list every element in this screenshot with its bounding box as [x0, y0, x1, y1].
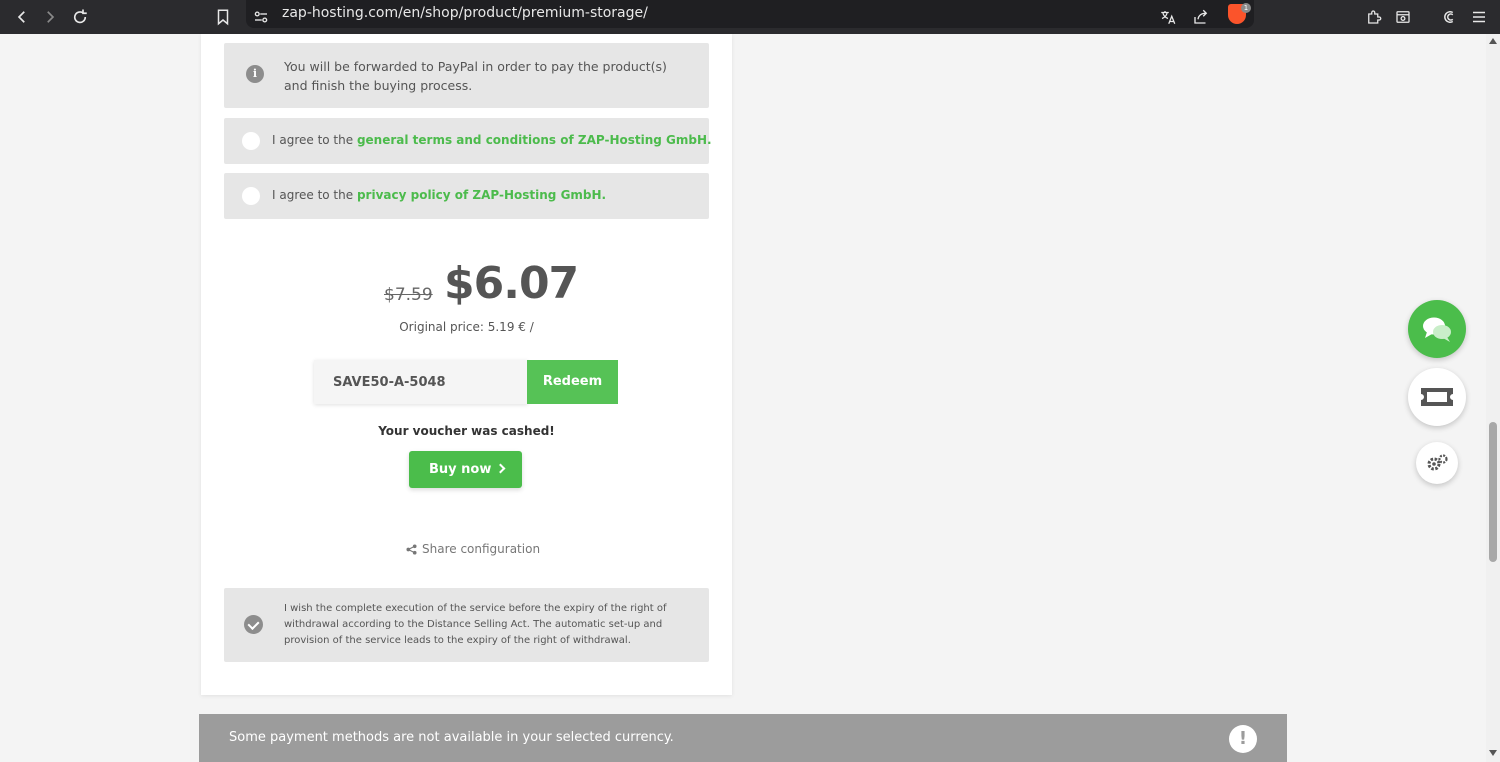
translate-icon[interactable]: [1156, 5, 1180, 29]
leo-ai-icon[interactable]: [1437, 5, 1461, 29]
url-text[interactable]: zap-hosting.com/en/shop/product/premium-…: [282, 5, 648, 21]
scroll-down-arrow-icon[interactable]: [1489, 750, 1497, 756]
terms-agreement-row[interactable]: I agree to the general terms and conditi…: [224, 118, 712, 164]
buy-now-button[interactable]: Buy now: [409, 451, 522, 488]
wallet-icon[interactable]: [1391, 5, 1415, 29]
live-chat-button[interactable]: [1408, 300, 1466, 358]
terms-prefix: I agree to the: [272, 133, 357, 147]
back-icon[interactable]: [10, 5, 34, 29]
settings-button[interactable]: [1416, 442, 1458, 484]
share-icon: [406, 543, 417, 555]
brave-badge-count: 1: [1241, 3, 1251, 13]
privacy-agreement-row[interactable]: I agree to the privacy policy of ZAP-Hos…: [224, 173, 709, 219]
terms-checkbox[interactable]: [242, 132, 260, 150]
checkmark-icon[interactable]: [244, 615, 263, 634]
forward-icon[interactable]: [38, 5, 62, 29]
share-configuration-label: Share configuration: [422, 542, 541, 556]
withdrawal-consent-box[interactable]: I wish the complete execution of the ser…: [224, 588, 709, 662]
ticket-icon: [1421, 388, 1453, 406]
support-ticket-button[interactable]: [1408, 368, 1466, 426]
paypal-notice-text: You will be forwarded to PayPal in order…: [284, 59, 667, 93]
currency-notice-bar: Some payment methods are not available i…: [199, 714, 1287, 762]
new-price: $6.07: [444, 258, 579, 309]
page-scrollbar[interactable]: [1486, 34, 1500, 762]
terms-agreement-label: I agree to the general terms and conditi…: [272, 133, 712, 147]
privacy-checkbox[interactable]: [242, 187, 260, 205]
gears-icon: [1427, 454, 1448, 471]
alert-icon: !: [1229, 725, 1257, 753]
share-page-icon[interactable]: [1189, 5, 1213, 29]
old-price: $7.59: [384, 285, 433, 305]
currency-notice-text: Some payment methods are not available i…: [229, 730, 674, 745]
paypal-info-box: i You will be forwarded to PayPal in ord…: [224, 43, 709, 108]
privacy-agreement-label: I agree to the privacy policy of ZAP-Hos…: [272, 188, 606, 202]
bookmark-icon[interactable]: [211, 5, 235, 29]
terms-link[interactable]: general terms and conditions of ZAP-Host…: [357, 133, 712, 147]
original-price: Original price: 5.19 € /: [399, 320, 534, 334]
menu-icon[interactable]: [1467, 5, 1491, 29]
scroll-up-arrow-icon[interactable]: [1489, 38, 1497, 44]
withdrawal-consent-text: I wish the complete execution of the ser…: [284, 603, 667, 646]
chat-bubbles-icon: [1423, 317, 1451, 342]
voucher-input[interactable]: [314, 360, 528, 404]
site-settings-icon[interactable]: [249, 5, 273, 29]
redeem-button[interactable]: Redeem: [527, 360, 618, 404]
scroll-thumb[interactable]: [1489, 422, 1497, 562]
buy-now-label: Buy now: [429, 462, 492, 477]
browser-toolbar: zap-hosting.com/en/shop/product/premium-…: [0, 0, 1500, 34]
reload-icon[interactable]: [68, 5, 92, 29]
extensions-icon[interactable]: [1362, 5, 1386, 29]
privacy-link[interactable]: privacy policy of ZAP-Hosting GmbH.: [357, 188, 606, 202]
share-configuration-link[interactable]: Share configuration: [406, 542, 540, 556]
info-icon: i: [246, 65, 264, 83]
privacy-prefix: I agree to the: [272, 188, 357, 202]
voucher-status: Your voucher was cashed!: [378, 424, 555, 438]
chevron-right-icon: [495, 463, 506, 474]
